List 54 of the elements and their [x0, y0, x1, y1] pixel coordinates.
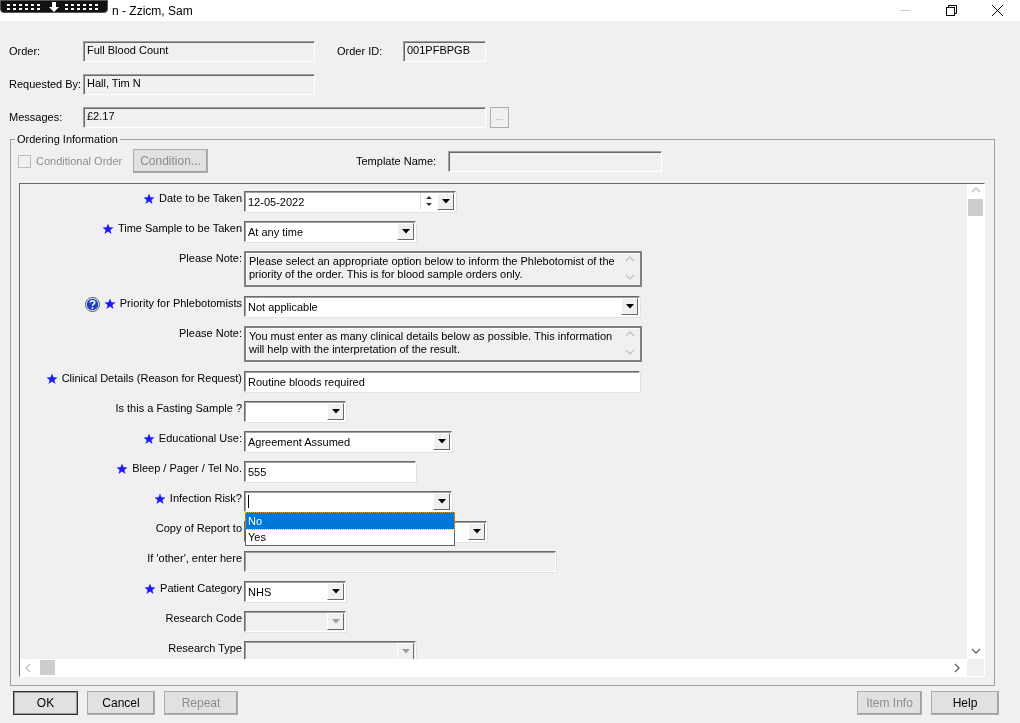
order-label: Order: — [9, 45, 42, 57]
field-label: Date to be Taken — [159, 192, 242, 204]
checkbox-label: Conditional Order — [36, 155, 123, 167]
field-label: Patient Category — [160, 582, 242, 594]
note-text: Please select an appropriate option below to inform the Phlebotomist of the priority of the order. This is for blood sample orders only. — [249, 255, 616, 282]
horizontal-scrollbar[interactable] — [20, 659, 967, 676]
remote-toolbar[interactable] — [0, 0, 108, 13]
dropdown-field[interactable]: At any time — [244, 221, 416, 242]
grip-icon — [65, 3, 101, 10]
dropdown-option[interactable]: No — [246, 513, 454, 529]
text-field[interactable]: Routine bloods required — [244, 371, 640, 392]
grip-icon — [7, 3, 43, 10]
down-arrow-icon[interactable] — [49, 1, 59, 12]
dialog-button[interactable]: Cancel — [87, 690, 155, 715]
requested-by-label: Requested By: — [9, 78, 83, 90]
group-title: Ordering Information — [16, 133, 119, 145]
window-title: n - Zzicm, Sam — [112, 3, 193, 18]
field-label: Educational Use: — [158, 432, 242, 444]
field-label: If 'other', enter here — [147, 552, 242, 564]
field-label: Is this a Fasting Sample ? — [115, 402, 242, 414]
messages-label: Messages: — [9, 111, 64, 123]
dropdown-field[interactable]: Not applicable — [244, 296, 640, 317]
field-label: Copy of Report to — [155, 522, 242, 534]
scroll-thumb[interactable] — [968, 199, 983, 216]
field-label: Infection Risk? — [169, 492, 242, 504]
restore-icon — [945, 5, 957, 16]
field-label: Please Note: — [179, 327, 242, 339]
template-name-field[interactable] — [448, 150, 662, 172]
dropdown-field[interactable]: Agreement Assumed — [244, 431, 452, 452]
messages-field: £2.17 — [83, 106, 486, 128]
field-label: Time Sample to be Taken — [117, 222, 242, 234]
help-icon[interactable] — [84, 297, 100, 312]
text-field[interactable]: 555 — [244, 461, 416, 482]
requested-by-field: Hall, Tim N — [83, 73, 315, 95]
date-field[interactable]: 12-05-2022 — [244, 191, 456, 212]
dialog-button[interactable]: Help — [931, 690, 999, 715]
field-label: Please Note: — [179, 252, 242, 264]
field-label: Priority for Phlebotomists — [119, 297, 242, 309]
dropdown-field[interactable] — [244, 401, 346, 422]
vertical-scrollbar[interactable] — [967, 184, 984, 659]
field-label: Research Type — [168, 642, 242, 654]
note-text: You must enter as many clinical details below as possible. This information will help with the interpretation of the result. — [249, 330, 614, 357]
order-field: Full Blood Count — [83, 40, 315, 62]
field-label: Bleep / Pager / Tel No. — [132, 462, 242, 474]
close-icon — [991, 5, 1003, 16]
scroll-thumb[interactable] — [40, 660, 55, 675]
order-id-field: 001PFBPGB — [403, 40, 486, 62]
field-label: Clinical Details (Reason for Request) — [61, 372, 242, 384]
field-label: Research Code — [165, 612, 242, 624]
minimize-icon — [900, 9, 910, 12]
dialog-button[interactable]: OK — [13, 690, 78, 715]
dropdown-field[interactable]: NHS — [244, 581, 346, 602]
order-id-label: Order ID: — [337, 45, 384, 57]
template-name-label: Template Name: — [356, 155, 438, 167]
